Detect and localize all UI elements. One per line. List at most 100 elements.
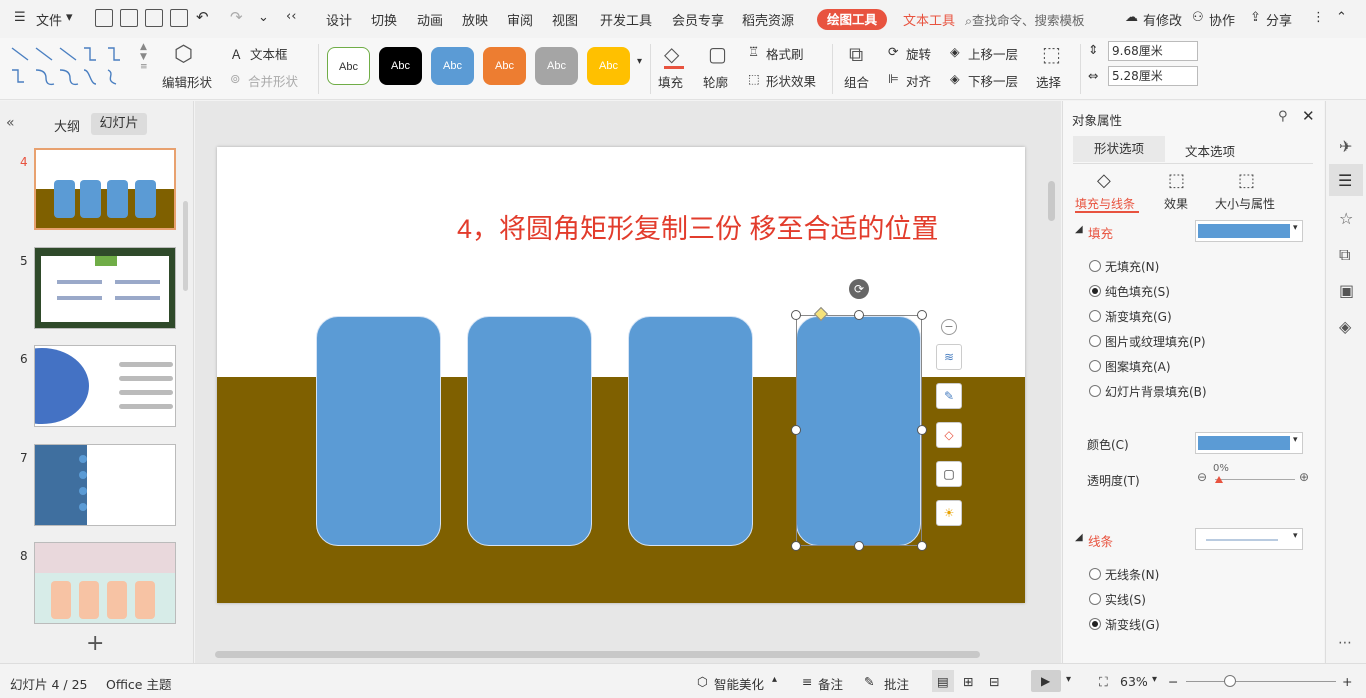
expand-fill-icon[interactable]: ◢ (1075, 224, 1083, 235)
slide-thumbnail-7[interactable] (34, 444, 176, 526)
tab-slides[interactable]: 幻灯片 (91, 113, 147, 135)
line-section-title[interactable]: 线条 (1088, 531, 1113, 550)
slide-thumbnail-8[interactable] (34, 542, 176, 624)
line-option-label[interactable]: 无线条(N) (1105, 566, 1159, 583)
slide-title[interactable]: 4，将圆角矩形复制三份 移至合适的位置 (457, 207, 939, 246)
gallery-scroll-icon[interactable]: ▲ ▼ ≡ (140, 42, 148, 72)
tab-slideshow[interactable]: 放映 (462, 10, 488, 29)
resize-handle[interactable] (917, 310, 927, 320)
play-button[interactable]: ▶ (1031, 670, 1061, 692)
resize-handle[interactable] (854, 541, 864, 551)
send-backward-button[interactable]: 下移一层 (968, 71, 1018, 90)
redo-icon[interactable]: ↷ (230, 8, 243, 26)
subtab-fill-line[interactable]: 填充与线条 (1075, 195, 1135, 212)
collapse-toolbar-icon[interactable]: − (941, 319, 957, 335)
merge-shape-button[interactable]: 合并形状 (248, 71, 298, 90)
file-menu[interactable]: 文件 (36, 10, 62, 29)
line-style-dropdown[interactable]: ▾ (1195, 528, 1303, 550)
share-button[interactable]: 分享 (1266, 10, 1292, 29)
resize-handle[interactable] (917, 425, 927, 435)
radio-fill-1[interactable] (1089, 285, 1101, 297)
style-blue[interactable]: Abc (431, 47, 474, 85)
increase-icon[interactable]: ⊕ (1299, 470, 1309, 484)
resize-handle[interactable] (917, 541, 927, 551)
outline-square-icon[interactable]: ▢ (936, 461, 962, 487)
style-gold[interactable]: Abc (587, 47, 630, 85)
collab-button[interactable]: 协作 (1209, 10, 1235, 29)
zoom-slider-thumb[interactable] (1224, 675, 1236, 687)
tab-review[interactable]: 审阅 (507, 10, 533, 29)
tab-drawing-tools[interactable]: 绘图工具 (817, 9, 887, 30)
transparency-slider[interactable] (1215, 479, 1295, 480)
tab-docer[interactable]: 稻壳资源 (742, 10, 794, 29)
more-icon[interactable]: ⋮ (1312, 10, 1325, 25)
rotate-handle-icon[interactable]: ⟳ (849, 279, 869, 299)
line-option-label[interactable]: 实线(S) (1105, 591, 1146, 608)
tab-shape-options[interactable]: 形状选项 (1073, 136, 1165, 162)
modified-status[interactable]: 有修改 (1143, 10, 1182, 29)
radio-fill-5[interactable] (1089, 385, 1101, 397)
tab-outline[interactable]: 大纲 (54, 116, 80, 135)
vertical-scrollbar[interactable] (1048, 181, 1055, 221)
edit-shape-button[interactable]: 编辑形状 (162, 72, 212, 91)
slide-thumbnail-5[interactable] (34, 247, 176, 329)
tab-text-tools[interactable]: 文本工具 (903, 10, 955, 29)
comments-button[interactable]: 批注 (884, 674, 909, 693)
align-button[interactable]: 对齐 (906, 71, 931, 90)
layers-icon[interactable]: ≋ (936, 344, 962, 370)
undo-icon[interactable]: ↶ (196, 8, 209, 26)
more-icon[interactable]: ⋯ (1338, 635, 1352, 651)
shape-effect-button[interactable]: 形状效果 (766, 71, 816, 90)
radio-fill-2[interactable] (1089, 310, 1101, 322)
select-button[interactable]: 选择 (1036, 72, 1061, 91)
tab-developer[interactable]: 开发工具 (600, 10, 652, 29)
zoom-slider[interactable] (1186, 681, 1336, 682)
chevron-down-icon[interactable]: ▾ (1066, 674, 1071, 685)
fill-option-label[interactable]: 图案填充(A) (1105, 358, 1171, 375)
chevron-down-icon[interactable]: ▾ (1152, 674, 1157, 685)
image-icon[interactable]: ▣ (1339, 281, 1354, 300)
star-icon[interactable]: ☆ (1339, 209, 1353, 228)
fill-button[interactable]: 填充 (658, 72, 683, 91)
decrease-icon[interactable]: ⊖ (1197, 470, 1207, 484)
collapse-ribbon-icon[interactable]: ⌃ (1336, 10, 1347, 25)
outline-button[interactable]: 轮廓 (703, 72, 728, 91)
rounded-rectangle-3[interactable] (628, 316, 753, 546)
export-pdf-icon[interactable] (120, 9, 138, 27)
fill-color-dropdown[interactable]: ▾ (1195, 220, 1303, 242)
print-preview-icon[interactable] (170, 9, 188, 27)
save-icon[interactable] (95, 9, 113, 27)
resize-handle[interactable] (791, 310, 801, 320)
style-black[interactable]: Abc (379, 47, 422, 85)
horizontal-scrollbar[interactable] (215, 651, 980, 658)
fill-option-label[interactable]: 渐变填充(G) (1105, 308, 1172, 325)
slider-thumb[interactable] (1215, 476, 1223, 483)
tab-view[interactable]: 视图 (552, 10, 578, 29)
radio-line-1[interactable] (1089, 593, 1101, 605)
radio-fill-3[interactable] (1089, 335, 1101, 347)
rounded-rectangle-2[interactable] (467, 316, 592, 546)
format-painter-button[interactable]: 格式刷 (766, 44, 804, 63)
grid-view-icon[interactable]: ⊞ (963, 674, 973, 689)
collapse-pane-icon[interactable]: « (6, 115, 15, 131)
rounded-rectangle-1[interactable] (316, 316, 441, 546)
shape-gallery[interactable] (8, 42, 143, 90)
bring-forward-button[interactable]: 上移一层 (968, 44, 1018, 63)
shape-height-input[interactable]: 9.68厘米 (1108, 41, 1198, 61)
animation-icon[interactable]: ✈ (1339, 137, 1352, 156)
add-slide-icon[interactable]: + (86, 631, 104, 656)
slide-thumbnail-6[interactable] (34, 345, 176, 427)
resize-handle[interactable] (854, 310, 864, 320)
hamburger-icon[interactable]: ☰ (14, 10, 26, 25)
group-button[interactable]: 组合 (844, 72, 869, 91)
chevron-down-icon[interactable]: ▾ (66, 10, 73, 25)
close-icon[interactable]: ✕ (1302, 107, 1315, 125)
slide-thumbnail-4[interactable] (34, 148, 176, 230)
fill-option-label[interactable]: 无填充(N) (1105, 258, 1159, 275)
line-option-label[interactable]: 渐变线(G) (1105, 616, 1160, 633)
chevron-up-icon[interactable]: ▴ (772, 674, 777, 685)
zoom-out-icon[interactable]: − (1168, 674, 1178, 689)
scroll-left-icon[interactable]: ‹‹ (286, 9, 296, 24)
search-input[interactable]: ⌕查找命令、搜索模板 (965, 10, 1085, 29)
tab-animation[interactable]: 动画 (417, 10, 443, 29)
